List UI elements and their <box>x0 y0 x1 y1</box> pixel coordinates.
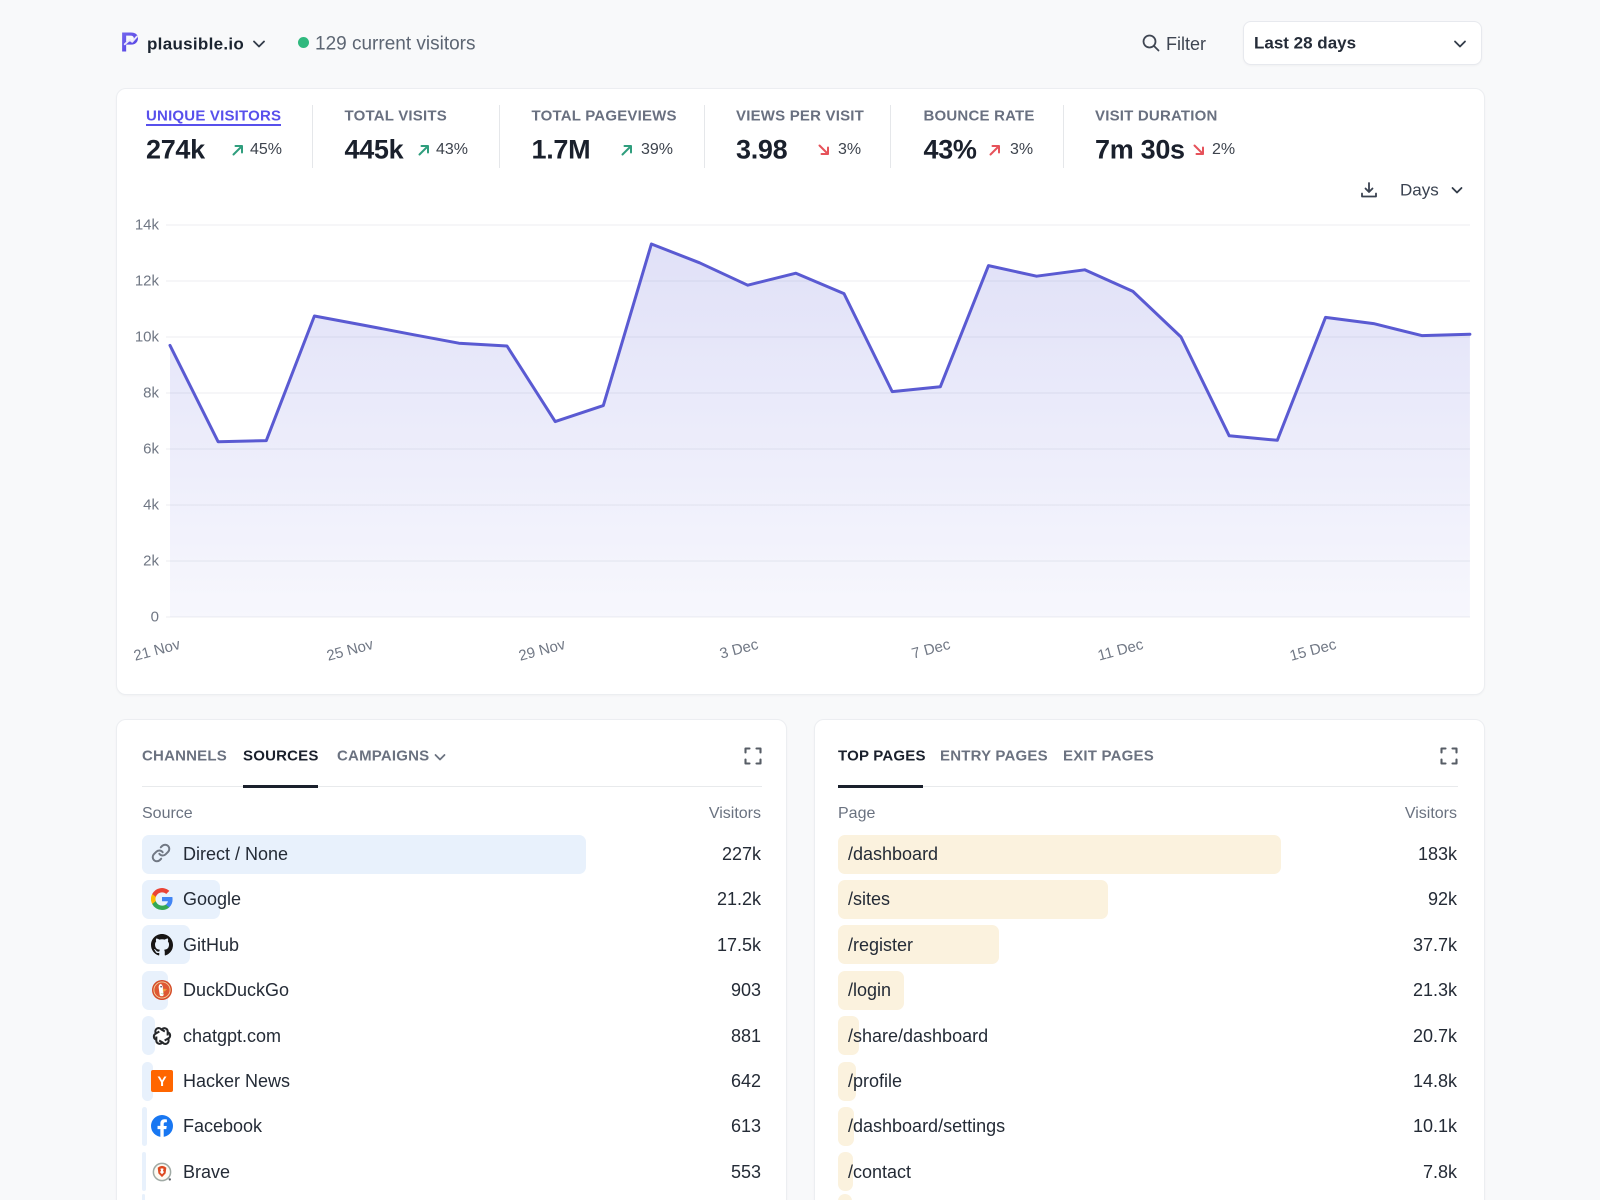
svg-text:Y: Y <box>157 1073 167 1089</box>
